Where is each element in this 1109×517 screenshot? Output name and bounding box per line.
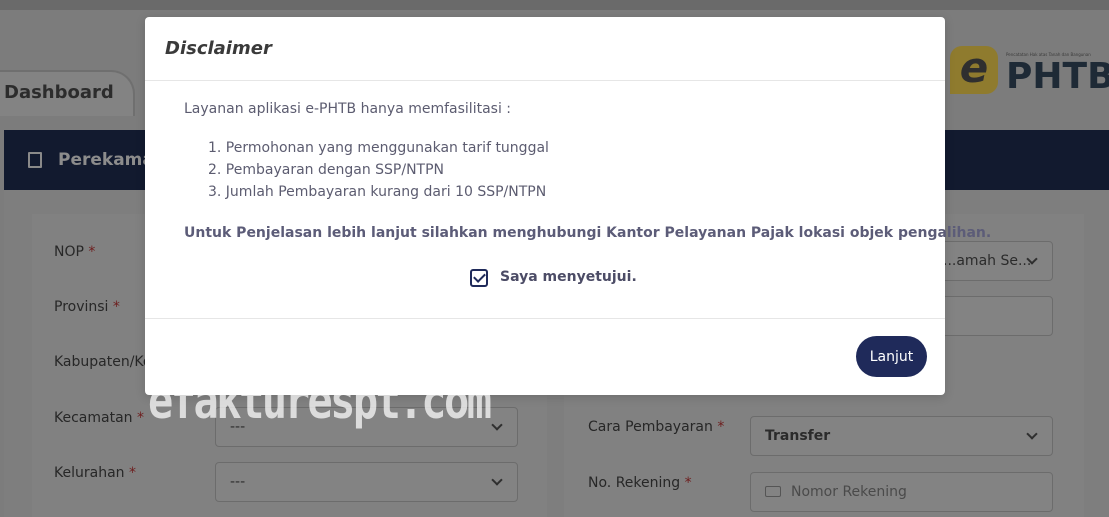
disclaimer-intro: Layanan aplikasi e-PHTB hanya memfasilit…: [184, 101, 511, 117]
disclaimer-list: 1. Permohonan yang menggunakan tarif tun…: [208, 137, 549, 203]
disclaimer-modal: Disclaimer Layanan aplikasi e-PHTB hanya…: [145, 17, 991, 395]
modal-body: Layanan aplikasi e-PHTB hanya memfasilit…: [145, 81, 991, 318]
payment-method-select[interactable]: Transfer: [750, 416, 1053, 456]
field-label-nop: NOP *: [54, 244, 96, 260]
list-item: 2. Pembayaran dengan SSP/NTPN: [208, 162, 445, 178]
agree-label[interactable]: Saya menyetujui.: [500, 269, 637, 285]
chevron-down-icon: [491, 419, 503, 431]
document-icon: [28, 152, 42, 168]
field-label-provinsi: Provinsi *: [54, 299, 120, 315]
watermark: efakturespt.com: [148, 372, 492, 430]
field-label-kecamatan: Kecamatan *: [54, 410, 144, 426]
credit-card-icon: [765, 486, 781, 497]
top-bar: [0, 0, 1109, 10]
ephtb-logo: e Pencatatan Hak atas Tanah dan Bangunan…: [950, 46, 1109, 98]
kelurahan-select[interactable]: ---: [215, 462, 518, 502]
dashboard-tab-label: Dashboard: [4, 82, 114, 103]
continue-button[interactable]: Lanjut: [856, 336, 927, 377]
field-label-cara-pembayaran: Cara Pembayaran *: [588, 419, 725, 435]
chevron-down-icon: [491, 474, 503, 486]
chevron-down-icon: [1026, 428, 1038, 440]
modal-title: Disclaimer: [165, 38, 272, 59]
dashboard-tab[interactable]: Dashboard: [0, 70, 135, 116]
logo-text: PHTB: [1006, 56, 1109, 97]
field-label-no-rekening: No. Rekening *: [588, 475, 692, 491]
list-item: 1. Permohonan yang menggunakan tarif tun…: [208, 140, 549, 156]
logo-e-mark: e: [950, 46, 998, 94]
disclaimer-notice: Untuk Penjelasan lebih lanjut silahkan m…: [184, 225, 992, 241]
modal-header: Disclaimer: [145, 17, 945, 81]
account-number-input[interactable]: Nomor Rekening: [750, 472, 1053, 512]
list-item: 3. Jumlah Pembayaran kurang dari 10 SSP/…: [208, 184, 547, 200]
agree-checkbox[interactable]: [470, 269, 488, 287]
field-label-kelurahan: Kelurahan *: [54, 465, 136, 481]
